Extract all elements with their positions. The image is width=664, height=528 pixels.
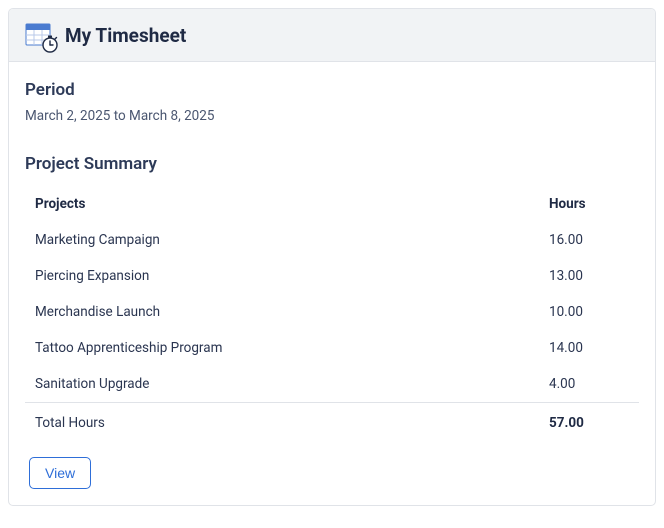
total-label: Total Hours	[25, 403, 539, 444]
total-row: Total Hours 57.00	[25, 403, 639, 444]
project-cell: Tattoo Apprenticeship Program	[25, 330, 539, 366]
hours-cell: 16.00	[539, 222, 639, 258]
table-row: Marketing Campaign 16.00	[25, 222, 639, 258]
project-cell: Sanitation Upgrade	[25, 366, 539, 403]
total-value: 57.00	[539, 403, 639, 444]
table-row: Tattoo Apprenticeship Program 14.00	[25, 330, 639, 366]
card-header: My Timesheet	[9, 9, 655, 62]
table-row: Merchandise Launch 10.00	[25, 294, 639, 330]
col-projects: Projects	[25, 188, 539, 222]
card-title: My Timesheet	[65, 24, 186, 47]
table-header-row: Projects Hours	[25, 188, 639, 222]
project-cell: Marketing Campaign	[25, 222, 539, 258]
project-summary-table: Projects Hours Marketing Campaign 16.00 …	[25, 188, 639, 443]
table-row: Sanitation Upgrade 4.00	[25, 366, 639, 403]
hours-cell: 14.00	[539, 330, 639, 366]
card-body: Period March 2, 2025 to March 8, 2025 Pr…	[9, 62, 655, 505]
project-cell: Merchandise Launch	[25, 294, 539, 330]
summary-heading: Project Summary	[25, 154, 639, 174]
view-button[interactable]: View	[29, 457, 91, 489]
table-row: Piercing Expansion 13.00	[25, 258, 639, 294]
project-cell: Piercing Expansion	[25, 258, 539, 294]
period-label: Period	[25, 80, 639, 100]
timesheet-card: My Timesheet Period March 2, 2025 to Mar…	[8, 8, 656, 506]
hours-cell: 13.00	[539, 258, 639, 294]
hours-cell: 4.00	[539, 366, 639, 403]
timesheet-icon	[25, 21, 53, 49]
stopwatch-icon	[41, 35, 59, 53]
col-hours: Hours	[539, 188, 639, 222]
period-text: March 2, 2025 to March 8, 2025	[25, 108, 639, 124]
hours-cell: 10.00	[539, 294, 639, 330]
